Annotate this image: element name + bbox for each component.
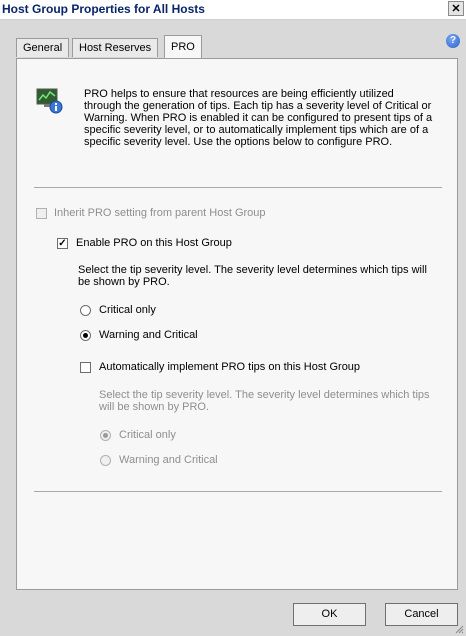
enable-critical-only-radio[interactable] [80,305,91,316]
enable-pro-checkbox[interactable]: ✓ [57,238,68,249]
resize-grip-icon[interactable] [454,624,464,634]
auto-warning-critical-label: Warning and Critical [119,454,218,466]
pro-monitor-info-icon [36,88,63,114]
auto-critical-only-label: Critical only [119,429,176,441]
enable-pro-description: Select the tip severity level. The sever… [78,264,427,288]
inherit-checkbox[interactable] [36,208,47,219]
ok-button[interactable]: OK [293,603,366,626]
title-bar: Host Group Properties for All Hosts ✕ [0,0,466,20]
pro-intro-text: PRO helps to ensure that resources are b… [84,88,433,148]
auto-implement-checkbox[interactable] [80,362,91,373]
cancel-button[interactable]: Cancel [385,603,458,626]
help-icon[interactable]: ? [446,34,460,48]
separator-bottom [34,491,442,492]
enable-pro-label: Enable PRO on this Host Group [76,237,232,249]
enable-warning-critical-label: Warning and Critical [99,329,198,341]
tab-pro[interactable]: PRO [164,35,202,58]
separator-top [34,187,442,188]
close-button[interactable]: ✕ [448,1,464,16]
tab-host-reserves[interactable]: Host Reserves [72,38,159,57]
enable-critical-only-label: Critical only [99,304,156,316]
auto-critical-only-radio[interactable] [100,430,111,441]
inherit-label: Inherit PRO setting from parent Host Gro… [54,207,266,219]
auto-implement-description: Select the tip severity level. The sever… [99,389,430,413]
window-title: Host Group Properties for All Hosts [2,2,205,16]
enable-warning-critical-radio[interactable] [80,330,91,341]
auto-warning-critical-radio[interactable] [100,455,111,466]
tab-general[interactable]: General [16,38,70,57]
auto-implement-label: Automatically implement PRO tips on this… [99,361,361,373]
